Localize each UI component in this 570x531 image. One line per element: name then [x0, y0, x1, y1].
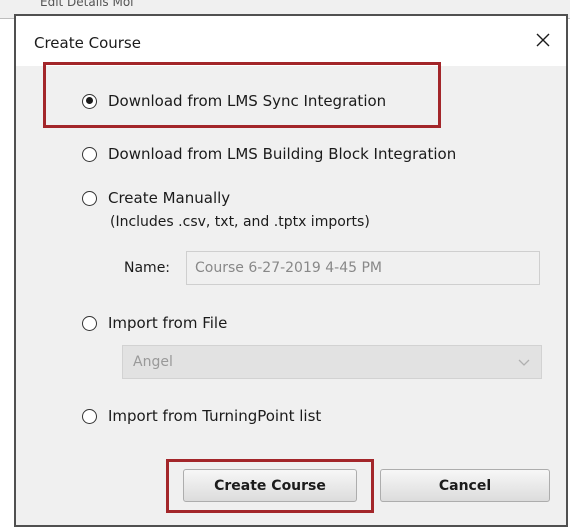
radio-lms-building-block[interactable] — [82, 146, 97, 162]
highlight-lms-sync — [43, 62, 441, 128]
option-turningpoint-list-label: Import from TurningPoint list — [108, 407, 322, 425]
option-turningpoint-list[interactable]: Import from TurningPoint list — [82, 407, 321, 425]
close-button[interactable] — [520, 20, 566, 60]
chevron-down-icon — [518, 359, 530, 366]
manual-import-note: (Includes .csv, txt, and .tptx imports) — [110, 214, 370, 230]
import-file-select-value: Angel — [133, 354, 173, 370]
cancel-button-label: Cancel — [438, 477, 492, 494]
name-label: Name: — [124, 260, 171, 276]
cancel-button[interactable]: Cancel — [380, 469, 550, 502]
highlight-create-course — [166, 459, 374, 513]
option-create-manually[interactable]: Create Manually — [82, 189, 230, 207]
background-text: Edit Details Mol — [40, 0, 134, 9]
option-lms-building-block-label: Download from LMS Building Block Integra… — [108, 145, 457, 163]
dialog-titlebar: Create Course — [16, 16, 566, 66]
option-import-file[interactable]: Import from File — [82, 314, 227, 332]
course-name-input[interactable] — [186, 251, 540, 285]
close-icon — [536, 33, 550, 47]
radio-import-file[interactable] — [82, 315, 97, 331]
radio-turningpoint-list[interactable] — [82, 408, 97, 424]
import-file-select[interactable]: Angel — [122, 345, 542, 379]
option-create-manually-label: Create Manually — [108, 189, 231, 207]
dialog-title: Create Course — [34, 34, 141, 52]
radio-create-manually[interactable] — [82, 190, 97, 206]
option-import-file-label: Import from File — [108, 314, 228, 332]
option-lms-building-block[interactable]: Download from LMS Building Block Integra… — [82, 145, 456, 163]
